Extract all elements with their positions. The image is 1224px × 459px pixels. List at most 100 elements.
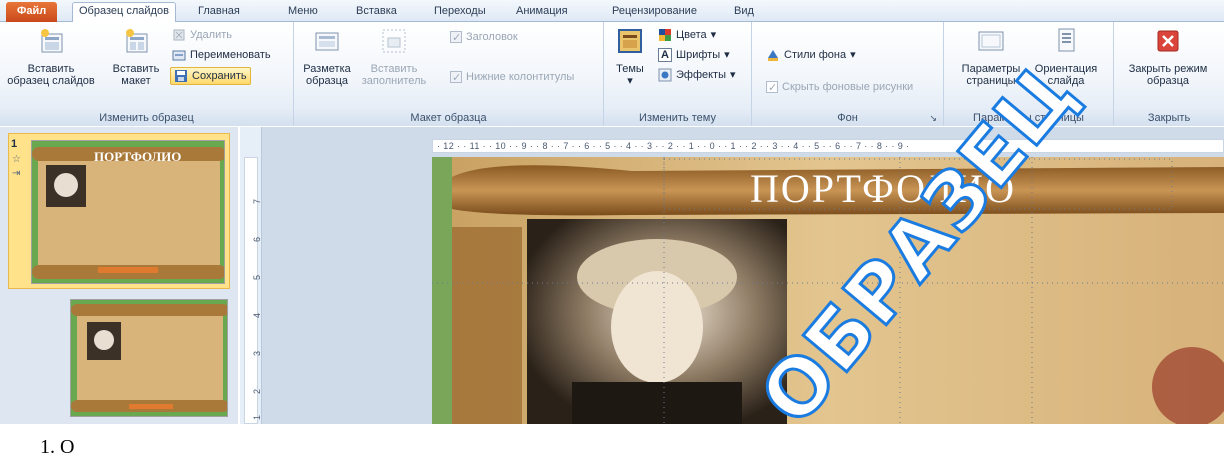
slide-orientation-icon xyxy=(1058,28,1075,52)
insert-layout-icon xyxy=(126,29,148,53)
effects-button[interactable]: Эффекты ▾ xyxy=(658,66,736,84)
save-icon xyxy=(175,70,187,82)
tab-slide-master[interactable]: Образец слайдов xyxy=(72,2,176,23)
insert-layout-button[interactable]: Вставить макет xyxy=(108,26,164,87)
effects-icon xyxy=(658,68,672,82)
insert-placeholder-button[interactable]: Вставить заполнитель xyxy=(356,26,432,87)
insert-slide-master-icon xyxy=(41,29,63,53)
fonts-button[interactable]: A Шрифты ▾ xyxy=(658,46,730,64)
title-checkbox-label: Заголовок xyxy=(466,31,518,43)
fonts-label: Шрифты xyxy=(676,49,721,61)
hide-background-checkbox[interactable]: Скрыть фоновые рисунки xyxy=(766,78,914,97)
group-master-layout: Разметка образца Вставить заполнитель За… xyxy=(294,22,604,126)
group-page-setup-label: Параметры страницы xyxy=(944,110,1113,126)
hide-background-checkbox-box[interactable] xyxy=(766,79,778,97)
save-button[interactable]: Сохранить xyxy=(170,67,251,85)
rename-icon xyxy=(172,50,186,61)
page-setup-icon xyxy=(978,31,1004,51)
delete-icon xyxy=(173,29,185,41)
close-icon xyxy=(1157,30,1179,52)
vertical-ruler-tick: 2 xyxy=(252,388,262,394)
group-edit-theme-label: Изменить тему xyxy=(604,110,751,126)
save-label: Сохранить xyxy=(192,70,247,82)
themes-icon xyxy=(618,29,642,53)
tab-animation[interactable]: Анимация xyxy=(510,3,574,22)
document-caption: 1. О xyxy=(40,436,75,458)
insert-slide-master-line1: Вставить xyxy=(27,63,75,75)
insert-layout-line2: макет xyxy=(121,75,151,87)
master-layout-line1: Разметка xyxy=(303,63,351,75)
title-checkbox[interactable]: Заголовок xyxy=(450,28,518,47)
tab-home[interactable]: Главная xyxy=(192,3,246,22)
colors-label: Цвета xyxy=(676,29,707,41)
close-master-view-button[interactable]: Закрыть режим образца xyxy=(1116,26,1220,87)
slide-canvas[interactable]: ПОРТФОЛИО xyxy=(432,157,1224,424)
close-master-view-line1: Закрыть режим xyxy=(1128,63,1208,75)
insert-slide-master-button[interactable]: Вставить образец слайдов xyxy=(6,26,96,87)
group-master-layout-label: Макет образца xyxy=(294,110,603,126)
group-close-label: Закрыть xyxy=(1114,110,1224,126)
background-styles-dropdown-icon: ▾ xyxy=(850,49,856,61)
delete-button[interactable]: Удалить xyxy=(172,26,232,44)
dialog-launcher-icon[interactable]: ↘ xyxy=(929,110,937,126)
ribbon-tabs: Файл Образец слайдов Главная Меню Вставк… xyxy=(0,0,1224,23)
group-edit-master-label: Изменить образец xyxy=(0,110,293,126)
footers-checkbox-box[interactable] xyxy=(450,69,462,87)
background-styles-button[interactable]: Стили фона ▾ xyxy=(766,46,856,64)
tab-transitions[interactable]: Переходы xyxy=(428,3,492,22)
slide-orientation-button[interactable]: Ориентация слайда xyxy=(1026,26,1106,87)
fonts-dropdown-icon: ▾ xyxy=(724,49,730,61)
insert-placeholder-line1: Вставить xyxy=(370,63,418,75)
page-setup-line2: страницы xyxy=(966,75,1016,87)
pin-icon: ⇥ xyxy=(12,168,21,179)
slide-thumbnail-master-image: ПОРТФОЛИО xyxy=(31,140,225,284)
themes-label: Темы xyxy=(616,63,644,75)
close-master-view-line2: образца xyxy=(1147,75,1189,87)
slide-list: 1 ☆ ⇥ ПОРТФОЛИО xyxy=(0,127,236,424)
vertical-ruler-strip: 7 6 5 4 3 2 1 xyxy=(244,157,262,424)
themes-dropdown-icon: ▾ xyxy=(627,75,633,87)
slide-title[interactable]: ПОРТФОЛИО xyxy=(750,165,1016,212)
group-close: Закрыть режим образца Закрыть xyxy=(1114,22,1224,126)
vertical-ruler-tick: 6 xyxy=(252,236,262,242)
slide-thumbnails-panel: 1 ☆ ⇥ ПОРТФОЛИО xyxy=(0,127,238,424)
group-edit-theme: Темы ▾ Цвета ▾ A Шрифты ▾ Эффекты ▾ Изме… xyxy=(604,22,752,126)
insert-placeholder-line2: заполнитель xyxy=(361,75,427,87)
footers-checkbox[interactable]: Нижние колонтитулы xyxy=(450,68,575,87)
footers-checkbox-label: Нижние колонтитулы xyxy=(466,71,575,83)
title-checkbox-box[interactable] xyxy=(450,29,462,47)
delete-label: Удалить xyxy=(190,29,232,41)
rename-button[interactable]: Переименовать xyxy=(172,46,271,64)
effects-dropdown-icon: ▾ xyxy=(730,69,736,81)
slide-thumbnail-master[interactable]: 1 ☆ ⇥ ПОРТФОЛИО xyxy=(8,133,230,289)
colors-button[interactable]: Цвета ▾ xyxy=(658,26,716,44)
tab-file[interactable]: Файл xyxy=(6,2,58,22)
vertical-ruler: 7 6 5 4 3 2 1 xyxy=(240,127,262,424)
star-icon: ☆ xyxy=(12,154,21,165)
ribbon: Вставить образец слайдов Вставить макет … xyxy=(0,22,1224,126)
tab-insert[interactable]: Вставка xyxy=(350,3,403,22)
background-styles-icon xyxy=(768,50,778,61)
group-page-setup: Параметры страницы Ориентация слайда Пар… xyxy=(944,22,1114,126)
thumb-title: ПОРТФОЛИО xyxy=(94,149,182,164)
colors-dropdown-icon: ▾ xyxy=(710,29,717,41)
colors-icon xyxy=(659,29,671,41)
tab-view[interactable]: Вид xyxy=(728,3,760,22)
insert-layout-line1: Вставить xyxy=(112,63,160,75)
page-setup-button[interactable]: Параметры страницы xyxy=(954,26,1028,87)
master-layout-button[interactable]: Разметка образца xyxy=(300,26,354,87)
slide-thumbnail-layout[interactable] xyxy=(70,299,228,417)
group-background-label-text: Фон xyxy=(837,112,858,124)
themes-button[interactable]: Темы ▾ xyxy=(610,26,650,87)
insert-slide-master-line2: образец слайдов xyxy=(7,75,95,87)
vertical-ruler-tick: 5 xyxy=(252,274,262,280)
tab-review[interactable]: Рецензирование xyxy=(606,3,703,22)
vertical-ruler-tick: 7 xyxy=(252,198,262,204)
group-background: Стили фона ▾ Скрыть фоновые рисунки Фон … xyxy=(752,22,944,126)
rename-label: Переименовать xyxy=(190,49,271,61)
master-layout-line2: образца xyxy=(306,75,348,87)
slide-orientation-line2: слайда xyxy=(1047,75,1085,87)
tab-menu[interactable]: Меню xyxy=(282,3,324,22)
fonts-icon: A xyxy=(658,48,672,62)
hide-background-label: Скрыть фоновые рисунки xyxy=(782,81,914,93)
